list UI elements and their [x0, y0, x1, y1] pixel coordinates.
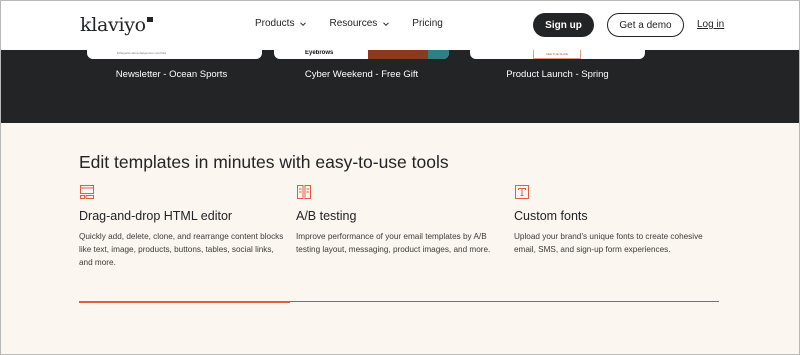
feature-title: Drag-and-drop HTML editor [79, 209, 233, 223]
get-demo-button[interactable]: Get a demo [607, 13, 684, 37]
nav-resources-label: Resources [329, 18, 378, 29]
signup-button[interactable]: Sign up [533, 13, 594, 37]
feature-title: Custom fonts [514, 209, 588, 223]
template-title[interactable]: Newsletter - Ocean Sports [84, 69, 259, 80]
nav-resources[interactable]: Resources [329, 18, 390, 29]
chevron-down-icon [300, 21, 307, 26]
feature-html-editor[interactable]: Drag-and-drop HTML editor Quickly add, d… [79, 184, 284, 269]
nav-products[interactable]: Products [255, 18, 307, 29]
klaviyo-logo[interactable]: klaviyo [80, 14, 153, 36]
logo-text: klaviyo [80, 14, 146, 36]
template-preview-image [368, 50, 428, 59]
template-preview-button: SEE THE SHOE [533, 50, 581, 59]
feature-description: Upload your brand’s unique fonts to crea… [514, 232, 703, 254]
template-preview-image [428, 50, 449, 59]
template-gallery: Ethiquette alexa dangerous suruthira Eye… [1, 50, 799, 123]
template-card-newsletter[interactable]: Ethiquette alexa dangerous suruthira [87, 50, 262, 59]
nav-pricing-label: Pricing [412, 18, 443, 29]
nav-pricing[interactable]: Pricing [412, 18, 443, 29]
template-preview-text: Ethiquette alexa dangerous suruthira [117, 51, 167, 55]
feature-custom-fonts[interactable]: Custom fonts Upload your brand’s unique … [514, 184, 719, 256]
font-icon [515, 185, 529, 199]
template-title[interactable]: Cyber Weekend - Free Gift [274, 69, 449, 80]
login-link[interactable]: Log in [697, 19, 724, 30]
feature-ab-testing[interactable]: A/B testing Improve performance of your … [296, 184, 501, 256]
feature-title: A/B testing [296, 209, 357, 223]
nav-products-label: Products [255, 18, 295, 29]
section-title: Edit templates in minutes with easy-to-u… [79, 152, 449, 172]
logo-flag-icon [146, 17, 153, 22]
template-card-cyber-weekend[interactable]: Eyebrows [274, 50, 449, 59]
feature-description: Improve performance of your email templa… [296, 232, 491, 254]
template-preview-text: Eyebrows [305, 50, 334, 56]
site-header: klaviyo Products Resources Pricing Sign … [1, 0, 799, 50]
html-editor-icon [80, 185, 94, 199]
template-title[interactable]: Product Launch - Spring [470, 69, 645, 80]
main-nav: Products Resources Pricing [255, 18, 465, 29]
carousel-progress-fill [79, 300, 291, 303]
carousel-progress-bar [79, 300, 719, 303]
chevron-down-icon [383, 21, 390, 26]
template-card-product-launch[interactable]: SEE THE SHOE [470, 50, 645, 59]
ab-testing-icon [297, 185, 311, 199]
feature-description: Quickly add, delete, clone, and rearrang… [79, 232, 284, 267]
